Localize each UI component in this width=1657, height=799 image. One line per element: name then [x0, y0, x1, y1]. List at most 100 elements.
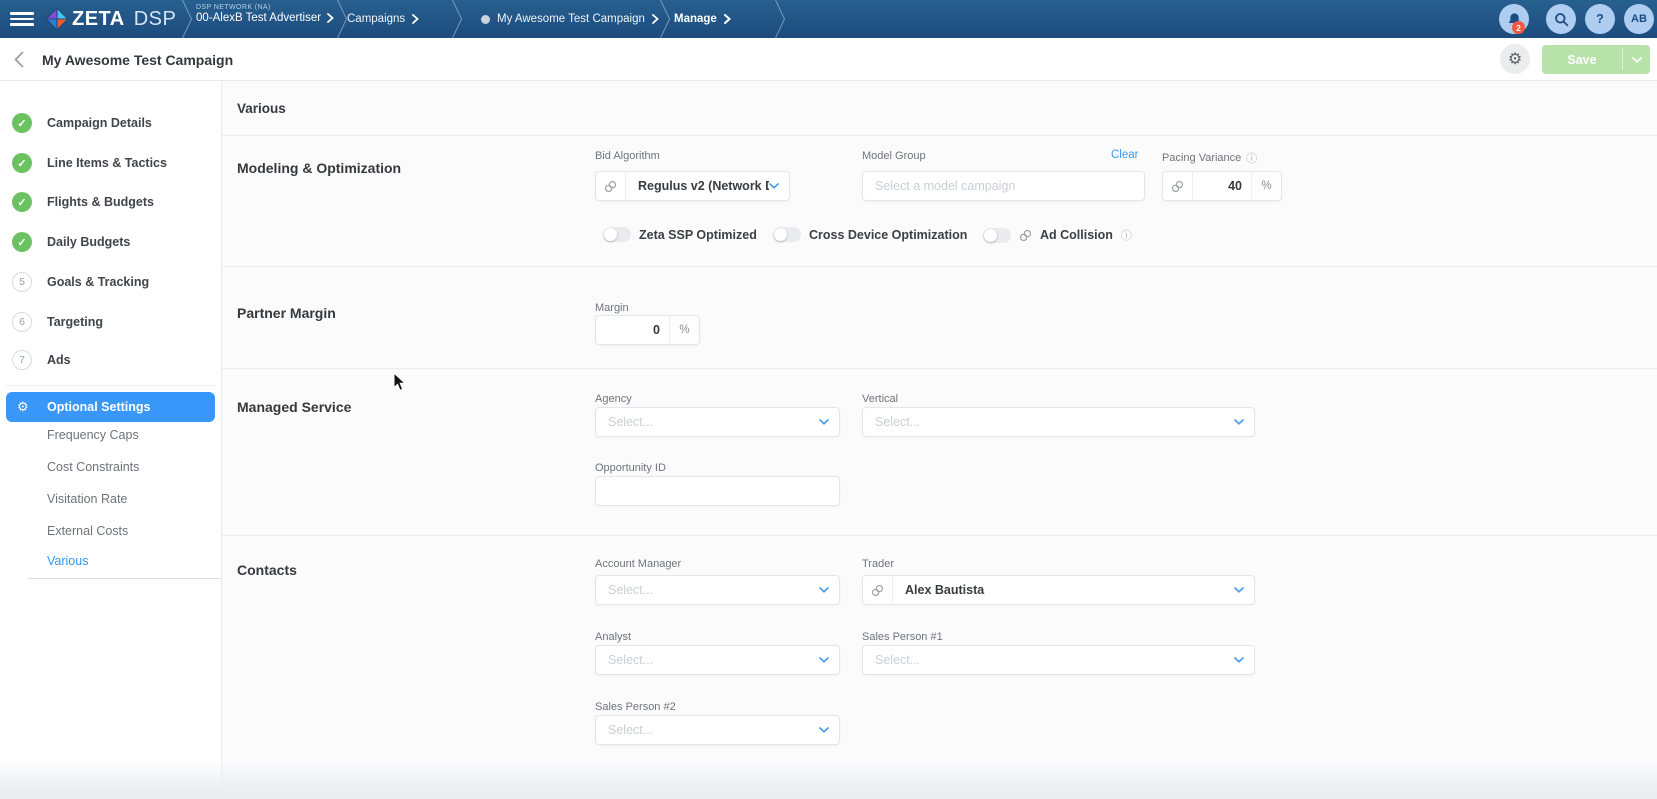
sidebar-item-flights-budgets[interactable]: ✓ Flights & Budgets [0, 190, 222, 214]
margin-unit: % [669, 316, 699, 344]
breadcrumb-separator [182, 0, 193, 38]
pacing-variance-label: Pacing Variance ⓘ [1162, 150, 1257, 166]
sidebar-item-daily-budgets[interactable]: ✓ Daily Budgets [0, 230, 222, 254]
check-circle-icon: ✓ [12, 153, 32, 173]
cross-device-optimization-toggle[interactable] [773, 227, 801, 242]
link-icon [596, 172, 626, 200]
margin-label: Margin [595, 302, 629, 314]
main-content: Various Modeling & Optimization Bid Algo… [222, 81, 1657, 799]
breadcrumb-campaign[interactable]: My Awesome Test Campaign [481, 0, 659, 38]
save-button[interactable]: Save [1542, 45, 1650, 74]
sidebar-item-cost-constraints[interactable]: Cost Constraints [47, 460, 139, 476]
chevron-right-icon [412, 14, 419, 24]
analyst-placeholder: Select... [596, 653, 819, 667]
save-dropdown-toggle[interactable] [1623, 45, 1650, 74]
info-icon: ⓘ [1121, 227, 1132, 243]
opportunity-id-input[interactable] [595, 476, 840, 506]
account-manager-label: Account Manager [595, 558, 681, 570]
top-navbar: ZETA DSP DSP NETWORK (NA) 00-AlexB Test … [0, 0, 1657, 38]
sales-person-1-select[interactable]: Select... [862, 645, 1255, 675]
step-number-icon: 6 [12, 312, 32, 332]
question-mark-icon: ? [1596, 12, 1604, 26]
sales-person-2-select[interactable]: Select... [595, 715, 840, 745]
section-title-contacts: Contacts [237, 562, 297, 578]
campaign-status-dot [481, 15, 490, 24]
analyst-label: Analyst [595, 631, 631, 643]
account-manager-select[interactable]: Select... [595, 575, 840, 605]
pacing-variance-unit: % [1251, 172, 1281, 200]
sidebar-item-ads[interactable]: 7 Ads [0, 348, 222, 372]
ad-collision-toggle-row: Ad Collision ⓘ [983, 227, 1132, 243]
vertical-select[interactable]: Select... [862, 407, 1255, 437]
breadcrumb-separator [775, 0, 786, 38]
zeta-ssp-optimized-toggle-row: Zeta SSP Optimized [603, 227, 757, 242]
model-group-placeholder: Select a model campaign [863, 179, 1144, 193]
zeta-ssp-optimized-toggle[interactable] [603, 227, 631, 242]
brand-dsp: DSP [134, 8, 177, 31]
zeta-logo-icon [44, 6, 70, 32]
breadcrumb-advertiser[interactable]: DSP NETWORK (NA) 00-AlexB Test Advertise… [196, 4, 334, 24]
section-divider [222, 535, 1657, 536]
sales-person-1-label: Sales Person #1 [862, 631, 943, 643]
section-divider [222, 135, 1657, 136]
chevron-right-icon [652, 14, 659, 24]
chevron-down-icon [1234, 419, 1244, 425]
model-group-label: Model Group [862, 150, 926, 162]
sidebar-item-frequency-caps[interactable]: Frequency Caps [47, 428, 139, 444]
analyst-select[interactable]: Select... [595, 645, 840, 675]
sidebar-item-campaign-details[interactable]: ✓ Campaign Details [0, 111, 222, 135]
toggle-knob [604, 228, 617, 241]
section-divider [222, 266, 1657, 267]
campaign-name-label: My Awesome Test Campaign [497, 13, 645, 25]
chevron-down-icon [819, 419, 829, 425]
campaign-title: My Awesome Test Campaign [42, 38, 233, 81]
sidebar-item-goals-tracking[interactable]: 5 Goals & Tracking [0, 270, 222, 294]
link-icon [1019, 229, 1032, 242]
margin-input[interactable]: 0 % [595, 315, 700, 345]
pacing-variance-value: 40 [1193, 179, 1251, 193]
toggle-knob [984, 229, 997, 242]
hamburger-menu-icon[interactable] [10, 12, 34, 26]
chevron-down-icon [1234, 587, 1244, 593]
back-button[interactable] [14, 51, 24, 68]
sidebar-item-various[interactable]: Various [47, 554, 88, 570]
sidebar-item-line-items-tactics[interactable]: ✓ Line Items & Tactics [0, 151, 222, 175]
campaign-toolbar: My Awesome Test Campaign ⚙ Save [0, 38, 1657, 81]
search-button[interactable] [1546, 4, 1576, 34]
ad-collision-toggle[interactable] [983, 228, 1011, 243]
section-title-partner-margin: Partner Margin [237, 305, 336, 321]
chevron-down-icon [1234, 657, 1244, 663]
campaign-steps-sidebar: ✓ Campaign Details ✓ Line Items & Tactic… [0, 81, 222, 799]
sales-person-2-label: Sales Person #2 [595, 701, 676, 713]
agency-label: Agency [595, 393, 632, 405]
network-label: DSP NETWORK (NA) [196, 4, 334, 11]
help-button[interactable]: ? [1585, 4, 1615, 34]
brand-wordmark[interactable]: ZETA DSP [72, 0, 176, 38]
sidebar-item-optional-settings[interactable]: ⚙ Optional Settings [6, 392, 215, 422]
vertical-label: Vertical [862, 393, 898, 405]
chevron-down-icon [819, 657, 829, 663]
model-group-input[interactable]: Select a model campaign [862, 171, 1145, 201]
sidebar-item-targeting[interactable]: 6 Targeting [0, 310, 222, 334]
trader-select[interactable]: Alex Bautista [862, 575, 1255, 605]
agency-select[interactable]: Select... [595, 407, 840, 437]
breadcrumb-separator [452, 0, 463, 38]
trader-value: Alex Bautista [893, 583, 1234, 597]
sidebar-item-visitation-rate[interactable]: Visitation Rate [47, 492, 127, 508]
avatar[interactable]: AB [1624, 4, 1654, 34]
sidebar-item-external-costs[interactable]: External Costs [47, 524, 128, 540]
vertical-placeholder: Select... [863, 415, 1234, 429]
breadcrumb-manage[interactable]: Manage [674, 0, 731, 38]
step-number-icon: 5 [12, 272, 32, 292]
bid-algorithm-select[interactable]: Regulus v2 (Network Default... [595, 171, 790, 201]
section-divider [222, 368, 1657, 369]
save-label: Save [1542, 45, 1622, 74]
advertiser-name: 00-AlexB Test Advertiser [196, 12, 321, 24]
settings-button[interactable]: ⚙ [1500, 44, 1530, 74]
breadcrumb-campaigns[interactable]: Campaigns [347, 0, 419, 38]
search-icon [1554, 12, 1569, 27]
trader-label: Trader [862, 558, 894, 570]
model-group-clear-link[interactable]: Clear [1111, 149, 1138, 161]
opportunity-id-label: Opportunity ID [595, 462, 666, 474]
pacing-variance-input[interactable]: 40 % [1162, 171, 1282, 201]
